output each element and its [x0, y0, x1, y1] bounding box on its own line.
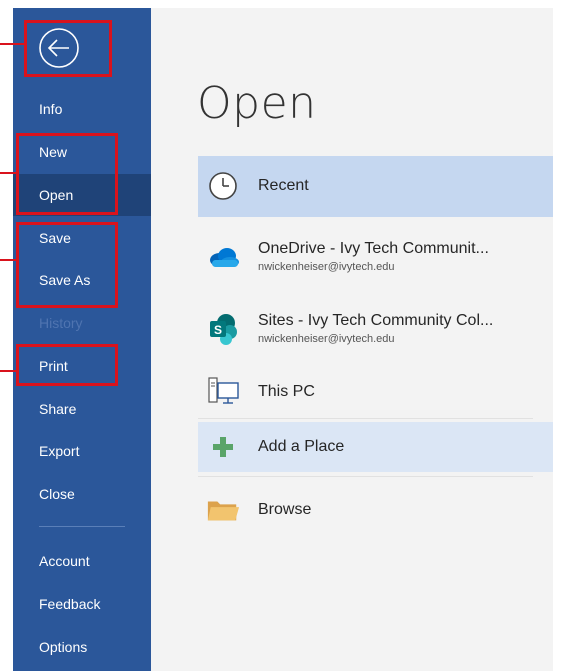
location-separator [198, 476, 533, 477]
sidebar-divider [39, 526, 125, 527]
onedrive-cloud-icon [206, 240, 240, 274]
sidebar-item-feedback[interactable]: Feedback [13, 583, 151, 625]
backstage-sidebar: Info New Open Save Save As History Print… [13, 8, 151, 671]
sidebar-item-close[interactable]: Close [13, 473, 151, 515]
location-name: Sites - Ivy Tech Community Col... [258, 312, 494, 329]
open-panel: Open Recent OneDrive - Ivy Tech Communit… [151, 8, 581, 671]
location-sites[interactable]: S Sites - Ivy Tech Community Col... nwic… [198, 298, 553, 360]
highlight-pointer-back [0, 43, 24, 45]
location-recent[interactable]: Recent [198, 156, 553, 217]
sharepoint-icon: S [206, 312, 240, 346]
sidebar-item-info[interactable]: Info [13, 88, 151, 130]
location-this-pc[interactable]: This PC [198, 366, 553, 418]
highlight-pointer-print [0, 370, 16, 372]
computer-icon [206, 375, 240, 409]
highlight-box-save [16, 222, 118, 308]
sidebar-item-export[interactable]: Export [13, 430, 151, 472]
location-name: This PC [258, 383, 315, 400]
location-account: nwickenheiser@ivytech.edu [258, 333, 395, 345]
sidebar-item-history: History [39, 315, 83, 331]
highlight-box-back [24, 20, 112, 77]
sidebar-item-share[interactable]: Share [13, 388, 151, 430]
add-a-place[interactable]: Add a Place [198, 422, 553, 472]
sidebar-item-options[interactable]: Options [13, 626, 151, 668]
location-name: OneDrive - Ivy Tech Communit... [258, 240, 489, 257]
highlight-pointer-save [0, 259, 16, 261]
plus-icon [206, 430, 240, 464]
location-name: Recent [258, 177, 309, 194]
location-name: Browse [258, 501, 312, 518]
location-name: Add a Place [258, 438, 345, 455]
clock-icon [206, 169, 240, 203]
location-account: nwickenheiser@ivytech.edu [258, 261, 395, 273]
location-separator [198, 418, 533, 419]
sidebar-item-account[interactable]: Account [13, 540, 151, 582]
folder-icon [206, 493, 240, 527]
highlight-box-new-open [16, 133, 118, 215]
highlight-pointer-new-open [0, 172, 16, 174]
location-browse[interactable]: Browse [198, 482, 553, 538]
page-title: Open [197, 78, 317, 129]
location-onedrive[interactable]: OneDrive - Ivy Tech Communit... nwickenh… [198, 226, 553, 288]
highlight-box-print [16, 344, 118, 386]
svg-text:S: S [214, 323, 222, 337]
panel-right-edge [553, 8, 581, 671]
